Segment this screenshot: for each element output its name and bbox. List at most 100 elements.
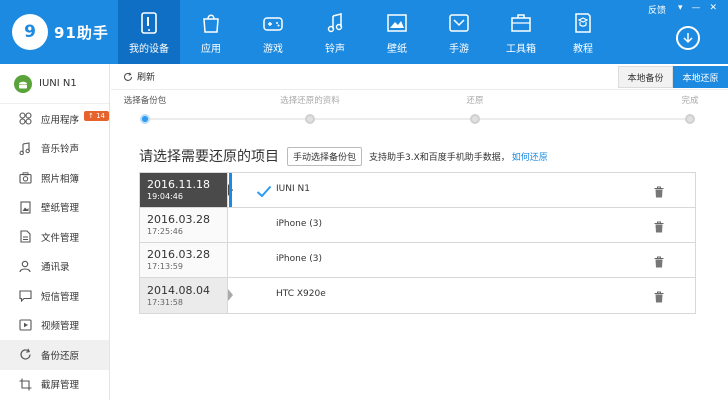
minimize-icon[interactable]: — [692,3,701,13]
feedback-link[interactable]: 反馈 [648,3,666,16]
badge-count: 14 [96,112,106,120]
backup-row[interactable]: 2016.11.18 19:04:46 IUNI N1 [140,173,695,208]
sidebar-item-label: 照片相簿 [41,173,80,185]
backup-row[interactable]: 2014.08.04 17:31:58 HTC X920e [140,278,695,313]
backup-row[interactable]: 2016.03.28 17:13:59 iPhone (3) [140,243,695,278]
step-line [145,118,691,120]
window-controls: ▾ — ✕ [678,3,717,13]
sidebar-item-label: 短信管理 [41,291,80,303]
checkmark-icon [256,183,272,202]
tab-local-restore[interactable]: 本地还原 [673,66,728,88]
manual-select-button[interactable]: 手动选择备份包 [287,146,363,166]
wallpaper-icon [18,200,32,214]
step-label: 选择备份包 [123,96,167,106]
nav-ringtones[interactable]: 铃声 [304,0,366,64]
backup-device: HTC X920e [276,289,326,299]
backup-device: IUNI N1 [276,184,310,194]
top-bar: 9 91助手 我的设备 应用 游戏 铃声 壁纸 手游 工具箱 教程 反馈 ▾ —… [0,0,728,64]
step-dot [685,114,695,124]
main-panel: 刷新 本地备份 本地还原 选择备份包 选择还原的资料 还原 完成 请选择需要还原… [111,64,728,400]
apps-icon [18,112,32,126]
sidebar-item-label: 文件管理 [41,232,80,244]
sidebar: IUNI N1 应用程序 ↑ 14 音乐铃声 照片相簿 壁纸管理 文件管理 通讯… [0,64,110,400]
trash-icon[interactable] [654,288,664,307]
support-text: 支持助手3.X和百度手机助手数据， [369,152,510,163]
sidebar-item-video[interactable]: 视频管理 [0,311,109,341]
tutorial-icon [572,10,594,36]
sidebar-item-screenshot[interactable]: 截屏管理 [0,370,109,400]
nav-toolbox[interactable]: 工具箱 [490,0,552,64]
sidebar-item-label: 视频管理 [41,321,80,333]
file-icon [18,230,32,244]
update-count-badge: ↑ 14 [84,111,109,121]
tab-local-backup[interactable]: 本地备份 [618,66,673,88]
step-label: 完成 [681,96,699,106]
sidebar-item-label: 壁纸管理 [41,203,80,215]
sidebar-item-backup[interactable]: 备份还原 [0,340,109,370]
menu-icon[interactable]: ▾ [678,3,683,13]
refresh-icon [123,67,133,86]
sidebar-item-contacts[interactable]: 通讯录 [0,252,109,282]
nav-label: 手游 [449,44,469,55]
refresh-button[interactable]: 刷新 [123,67,155,86]
close-icon[interactable]: ✕ [710,3,718,13]
nav-label: 我的设备 [129,44,169,55]
backup-date-cell: 2016.03.28 17:13:59 [140,243,228,277]
page-title: 请选择需要还原的项目 [139,149,279,165]
backup-restore-toggle: 本地备份 本地还原 [618,66,728,88]
logo-badge: 9 [12,14,48,50]
step-dot [470,114,480,124]
nav-tutorial[interactable]: 教程 [552,0,614,64]
backup-date: 2016.03.28 [147,248,210,261]
sidebar-item-sms[interactable]: 短信管理 [0,281,109,311]
backup-time: 17:31:58 [147,297,183,307]
backup-list: 2016.11.18 19:04:46 IUNI N1 2016.03.28 1… [139,172,696,314]
nav-label: 应用 [201,44,221,55]
nav-mobile-games[interactable]: 手游 [428,0,490,64]
trash-icon[interactable] [654,183,664,202]
how-to-restore-link[interactable]: 如何还原 [512,150,548,163]
sidebar-item-files[interactable]: 文件管理 [0,222,109,252]
backup-time: 17:13:59 [147,262,183,271]
top-nav: 我的设备 应用 游戏 铃声 壁纸 手游 工具箱 教程 [118,0,614,64]
apps-icon [200,10,222,36]
download-icon[interactable] [676,26,700,50]
nav-label: 工具箱 [506,44,536,55]
backup-date-cell: 2016.03.28 17:25:46 [140,208,228,242]
nav-games[interactable]: 游戏 [242,0,304,64]
contacts-icon [18,259,32,273]
step-indicator: 选择备份包 选择还原的资料 还原 完成 [111,90,728,128]
sidebar-item-label: 截屏管理 [41,380,80,392]
app-logo: 9 91助手 [12,14,109,50]
device-header[interactable]: IUNI N1 [0,64,109,104]
nav-wallpaper[interactable]: 壁纸 [366,0,428,64]
step-dot [140,114,150,124]
app-window: 9 91助手 我的设备 应用 游戏 铃声 壁纸 手游 工具箱 教程 反馈 ▾ —… [0,0,728,400]
backup-date: 2016.11.18 [147,178,210,191]
backup-time: 19:04:46 [147,192,183,201]
gamepad-icon [262,10,284,36]
wallpaper-icon [386,10,408,36]
sidebar-item-photos[interactable]: 照片相簿 [0,163,109,193]
sidebar-item-label: 通讯录 [41,262,70,274]
backup-row[interactable]: 2016.03.28 17:25:46 iPhone (3) [140,208,695,243]
backup-date: 2016.03.28 [147,213,210,226]
device-name: IUNI N1 [39,78,77,89]
screenshot-icon [18,377,32,391]
heading-row: 请选择需要还原的项目 手动选择备份包 支持助手3.X和百度手机助手数据， 如何还… [139,146,548,166]
step-label: 还原 [466,96,484,106]
music-note-icon [324,10,346,36]
nav-label: 铃声 [325,44,345,55]
nav-my-device[interactable]: 我的设备 [118,0,180,64]
nav-label: 壁纸 [387,44,407,55]
nav-apps[interactable]: 应用 [180,0,242,64]
sidebar-item-wallpaper[interactable]: 壁纸管理 [0,193,109,223]
backup-icon [18,348,32,362]
sidebar-item-label: 音乐铃声 [41,144,80,156]
backup-date-cell: 2014.08.04 17:31:58 [140,278,228,313]
sidebar-item-apps[interactable]: 应用程序 ↑ 14 [0,104,109,134]
trash-icon[interactable] [654,218,664,237]
sidebar-item-music[interactable]: 音乐铃声 [0,134,109,164]
nav-label: 教程 [573,44,593,55]
trash-icon[interactable] [654,253,664,272]
